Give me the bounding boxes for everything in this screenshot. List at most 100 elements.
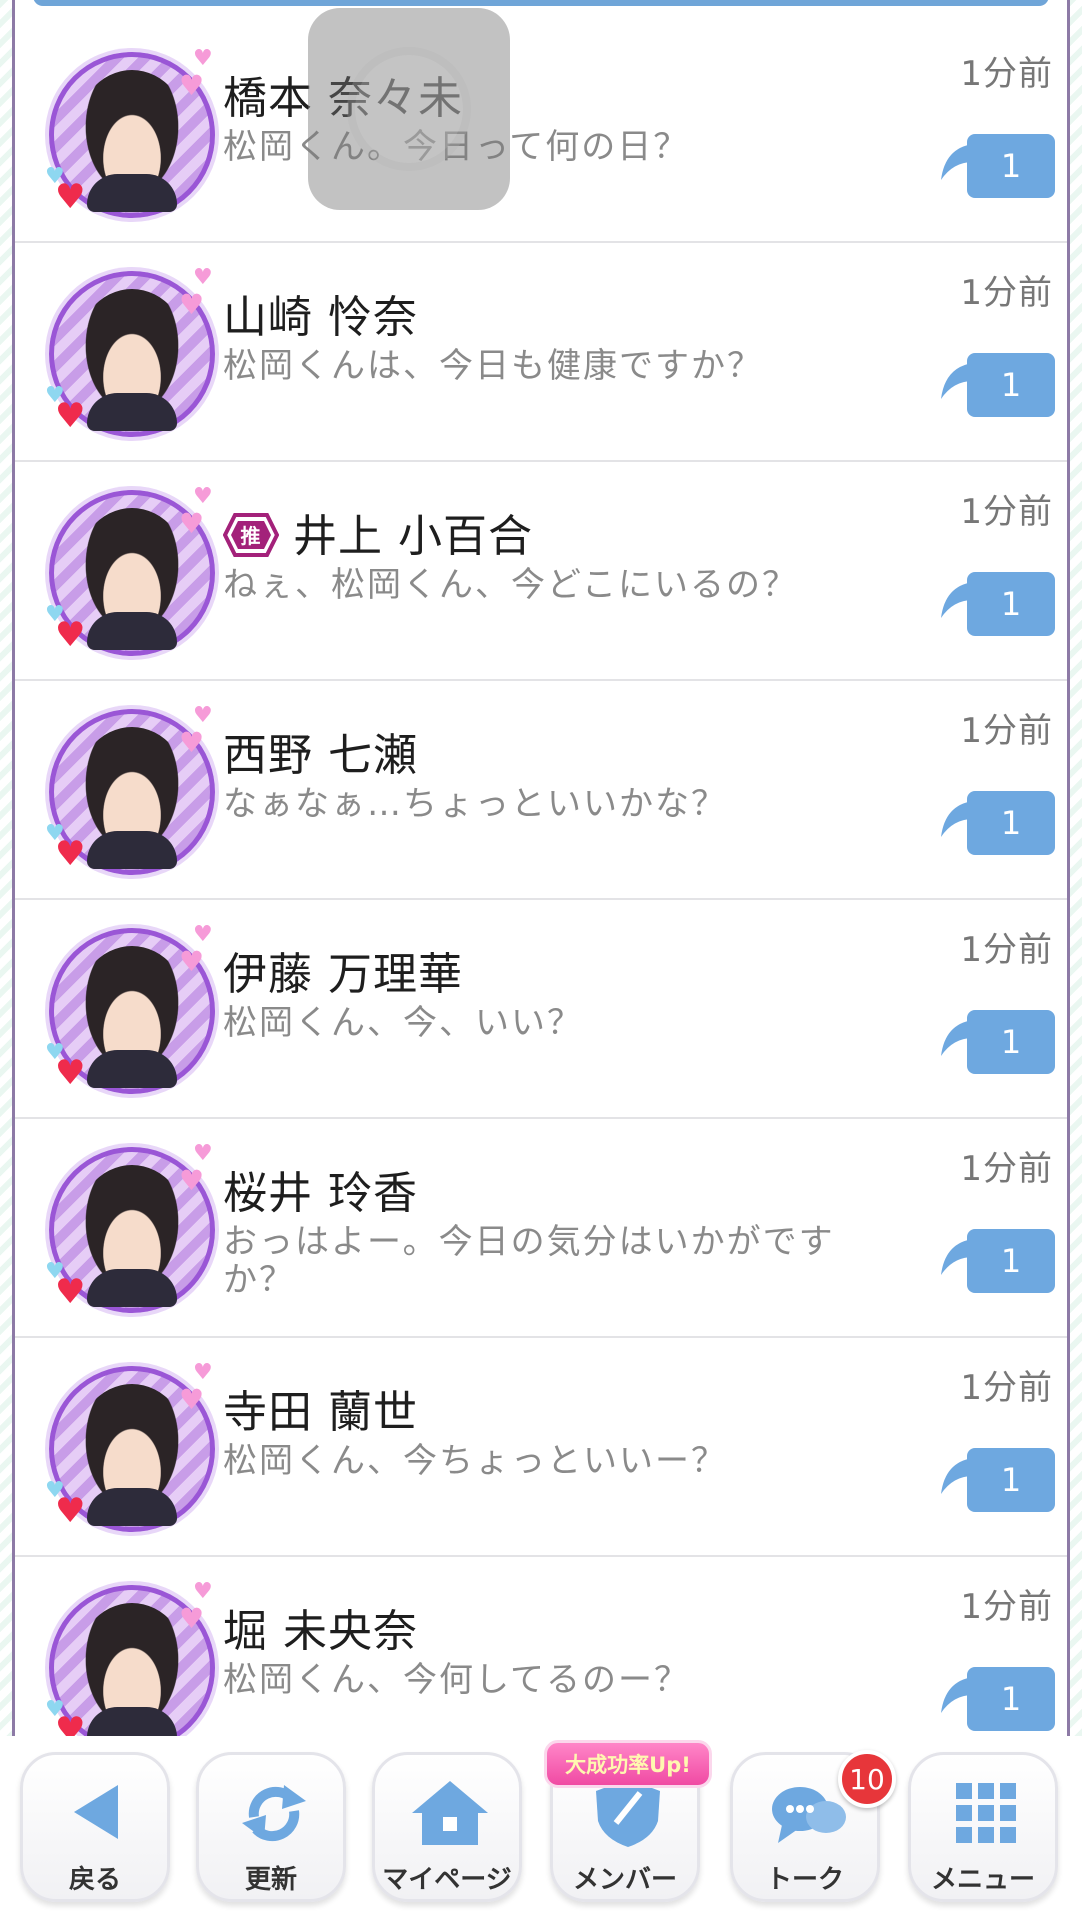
chat-name: 桜井 玲香 bbox=[223, 1157, 418, 1221]
heart-icon: ♥ bbox=[193, 1141, 213, 1166]
avatar-uniform bbox=[87, 174, 177, 212]
chat-timestamp: 1分前 bbox=[960, 273, 1053, 313]
avatar-uniform bbox=[87, 393, 177, 431]
avatar: ♥ ♥ ♥ ♥ bbox=[43, 922, 221, 1100]
heart-icon: ♥ bbox=[179, 507, 205, 540]
list-header-bar bbox=[33, 0, 1049, 6]
avatar: ♥ ♥ ♥ ♥ bbox=[43, 703, 221, 881]
chat-name: 堀 未央奈 bbox=[223, 1595, 418, 1659]
background-pattern-right bbox=[1068, 0, 1082, 1920]
chat-name-text: 西野 七瀬 bbox=[223, 730, 418, 781]
chat-name-text: 桜井 玲香 bbox=[223, 1168, 418, 1219]
back-button[interactable]: 戻る bbox=[20, 1752, 170, 1902]
chat-bubbles-icon bbox=[772, 1787, 846, 1843]
avatar-uniform bbox=[87, 1488, 177, 1526]
heart-icon: ♥ bbox=[179, 1383, 205, 1416]
oshi-badge-label: 推 bbox=[241, 524, 262, 548]
chat-message-preview: 松岡くん、今何してるのー？ bbox=[223, 1660, 690, 1700]
chat-name: 伊藤 万理華 bbox=[223, 938, 463, 1002]
refresh-icon bbox=[242, 1785, 306, 1842]
promo-ribbon: 大成功率Up! bbox=[544, 1740, 712, 1788]
chat-row[interactable]: ♥ ♥ ♥ ♥ 堀 未央奈 松岡くん、今何してるのー？ 1分前 1 bbox=[15, 1557, 1067, 1736]
heart-icon: ♥ bbox=[55, 1053, 86, 1093]
chat-name: 推 井上 小百合 bbox=[223, 500, 533, 564]
unread-count-badge: 1 bbox=[967, 1229, 1055, 1293]
assistive-touch-button[interactable] bbox=[308, 8, 510, 210]
heart-icon: ♥ bbox=[193, 1360, 213, 1385]
menu-button[interactable]: メニュー bbox=[908, 1752, 1058, 1902]
heart-icon: ♥ bbox=[55, 834, 86, 874]
refresh-button[interactable]: 更新 bbox=[196, 1752, 346, 1902]
chat-timestamp: 1分前 bbox=[960, 1149, 1053, 1189]
grid-menu-icon bbox=[956, 1783, 1016, 1843]
heart-icon: ♥ bbox=[193, 922, 213, 947]
avatar: ♥ ♥ ♥ ♥ bbox=[43, 1579, 221, 1736]
avatar: ♥ ♥ ♥ ♥ bbox=[43, 1141, 221, 1319]
heart-icon: ♥ bbox=[55, 1272, 86, 1312]
refresh-label: 更新 bbox=[244, 1865, 297, 1895]
heart-icon: ♥ bbox=[193, 265, 213, 290]
avatar: ♥ ♥ ♥ ♥ bbox=[43, 46, 221, 224]
chat-message-preview: おっはよー。今日の気分はいかがですか？ bbox=[223, 1222, 835, 1300]
chat-name-text: 井上 小百合 bbox=[293, 511, 533, 562]
chat-timestamp: 1分前 bbox=[960, 54, 1053, 94]
chat-timestamp: 1分前 bbox=[960, 1587, 1053, 1627]
chat-message-preview: なぁなぁ…ちょっといいかな？ bbox=[223, 784, 727, 824]
heart-icon: ♥ bbox=[179, 69, 205, 102]
member-label: メンバー bbox=[572, 1865, 677, 1895]
avatar-uniform bbox=[87, 1707, 177, 1736]
chat-timestamp: 1分前 bbox=[960, 492, 1053, 532]
mypage-label: マイページ bbox=[382, 1865, 512, 1895]
oshi-badge-icon: 推 bbox=[223, 513, 279, 557]
chat-row[interactable]: ♥ ♥ ♥ ♥ 橋本 奈々未 松岡くん。今日って何の日？ 1分前 1 bbox=[15, 24, 1067, 243]
heart-icon: ♥ bbox=[55, 1710, 86, 1736]
heart-icon: ♥ bbox=[179, 1164, 205, 1197]
chat-message-preview: 松岡くん、今、いい？ bbox=[223, 1003, 583, 1043]
unread-count-badge: 1 bbox=[967, 1448, 1055, 1512]
heart-icon: ♥ bbox=[179, 1602, 205, 1635]
chat-row[interactable]: ♥ ♥ ♥ ♥ 西野 七瀬 なぁなぁ…ちょっといいかな？ 1分前 1 bbox=[15, 681, 1067, 900]
chat-row[interactable]: ♥ ♥ ♥ ♥ 伊藤 万理華 松岡くん、今、いい？ 1分前 1 bbox=[15, 900, 1067, 1119]
heart-icon: ♥ bbox=[55, 615, 86, 655]
unread-count-badge: 1 bbox=[967, 1010, 1055, 1074]
chat-message-preview: 松岡くんは、今日も健康ですか？ bbox=[223, 346, 763, 386]
heart-icon: ♥ bbox=[193, 484, 213, 509]
avatar-uniform bbox=[87, 831, 177, 869]
chat-name-text: 山崎 怜奈 bbox=[223, 292, 418, 343]
menu-label: メニュー bbox=[930, 1865, 1035, 1895]
chat-row[interactable]: ♥ ♥ ♥ ♥ 推 井上 小百合 ねぇ、松岡くん、今どこにいるの？ 1分前 1 bbox=[15, 462, 1067, 681]
chat-name-text: 伊藤 万理華 bbox=[223, 949, 463, 1000]
chat-row[interactable]: ♥ ♥ ♥ ♥ 山崎 怜奈 松岡くんは、今日も健康ですか？ 1分前 1 bbox=[15, 243, 1067, 462]
chat-timestamp: 1分前 bbox=[960, 930, 1053, 970]
avatar: ♥ ♥ ♥ ♥ bbox=[43, 484, 221, 662]
unread-count-badge: 1 bbox=[967, 791, 1055, 855]
talk-notification-badge: 10 bbox=[838, 1750, 896, 1808]
chat-name-text: 寺田 蘭世 bbox=[223, 1387, 418, 1438]
heart-icon: ♥ bbox=[193, 1579, 213, 1604]
chat-name: 西野 七瀬 bbox=[223, 719, 418, 783]
heart-icon: ♥ bbox=[55, 1491, 86, 1531]
chat-message-preview: 松岡くん、今ちょっといいー？ bbox=[223, 1441, 727, 1481]
avatar-uniform bbox=[87, 1269, 177, 1307]
mypage-button[interactable]: マイページ bbox=[372, 1752, 522, 1902]
chat-row[interactable]: ♥ ♥ ♥ ♥ 桜井 玲香 おっはよー。今日の気分はいかがですか？ 1分前 1 bbox=[15, 1119, 1067, 1338]
heart-icon: ♥ bbox=[55, 396, 86, 436]
back-label: 戻る bbox=[68, 1865, 121, 1895]
heart-icon: ♥ bbox=[55, 177, 86, 217]
chat-name: 寺田 蘭世 bbox=[223, 1376, 418, 1440]
heart-icon: ♥ bbox=[179, 726, 205, 759]
avatar: ♥ ♥ ♥ ♥ bbox=[43, 1360, 221, 1538]
heart-icon: ♥ bbox=[179, 288, 205, 321]
chat-timestamp: 1分前 bbox=[960, 711, 1053, 751]
heart-icon: ♥ bbox=[179, 945, 205, 978]
home-icon bbox=[412, 1781, 488, 1845]
unread-count-badge: 1 bbox=[967, 353, 1055, 417]
unread-count-badge: 1 bbox=[967, 1667, 1055, 1731]
chat-list[interactable]: ♥ ♥ ♥ ♥ 橋本 奈々未 松岡くん。今日って何の日？ 1分前 1 ♥ ♥ ♥… bbox=[12, 0, 1070, 1736]
avatar-uniform bbox=[87, 612, 177, 650]
avatar: ♥ ♥ ♥ ♥ bbox=[43, 265, 221, 443]
chat-timestamp: 1分前 bbox=[960, 1368, 1053, 1408]
chat-name-text: 堀 未央奈 bbox=[223, 1606, 418, 1657]
heart-icon: ♥ bbox=[193, 46, 213, 71]
chat-row[interactable]: ♥ ♥ ♥ ♥ 寺田 蘭世 松岡くん、今ちょっといいー？ 1分前 1 bbox=[15, 1338, 1067, 1557]
